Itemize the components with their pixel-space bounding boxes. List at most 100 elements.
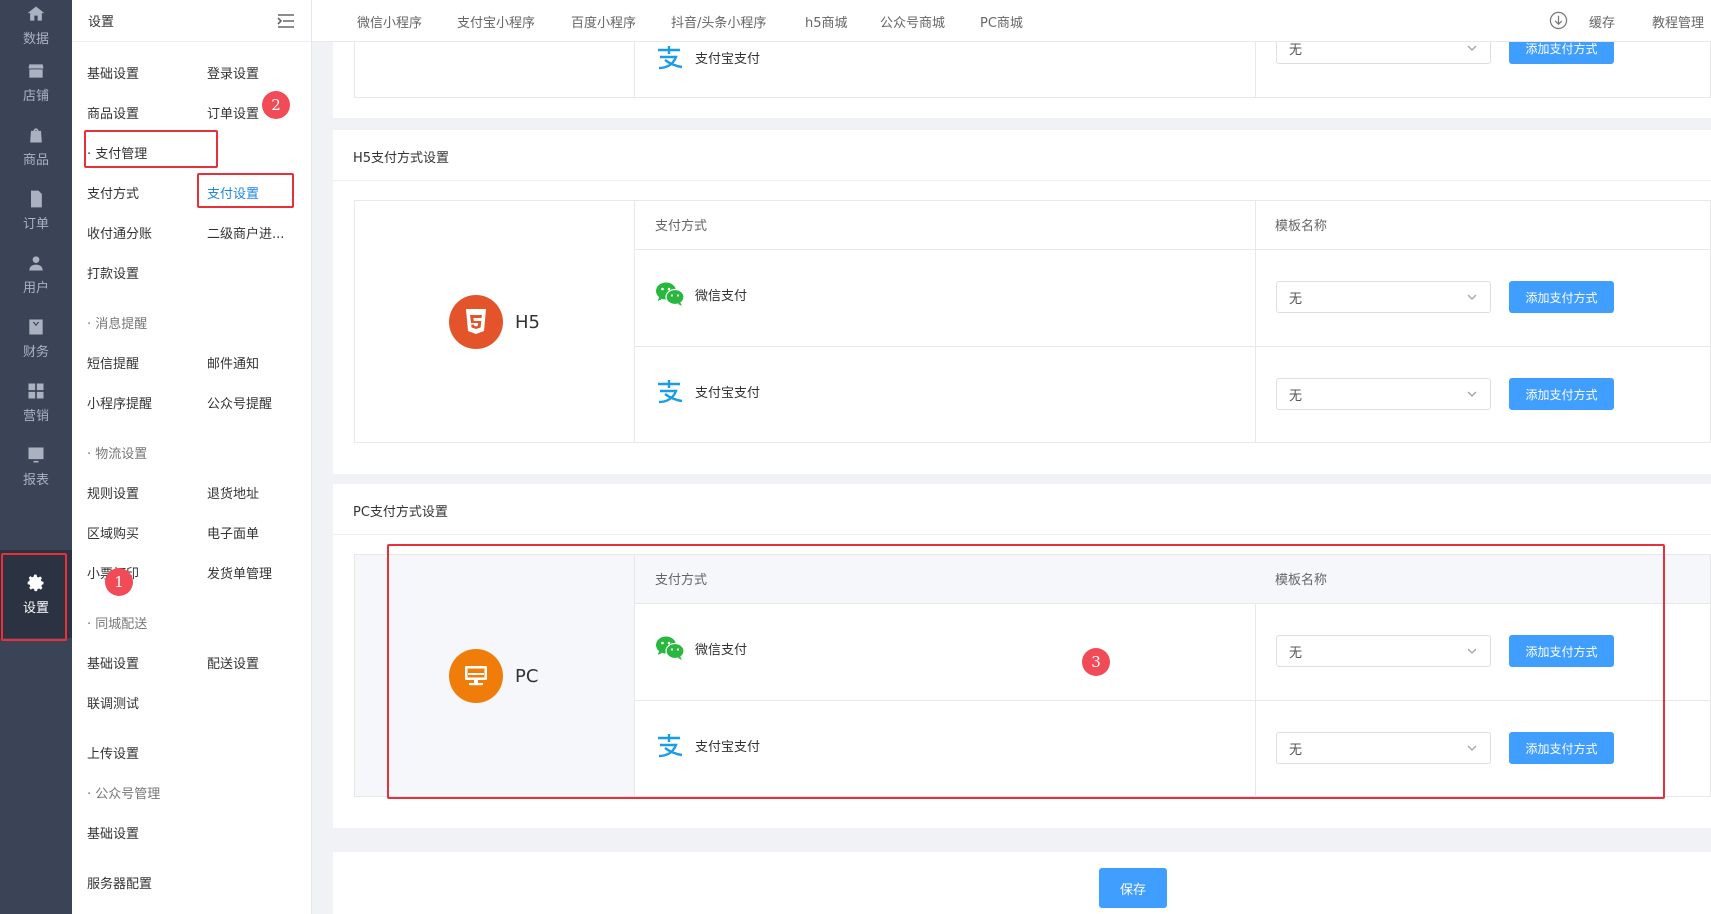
pc-platform-label: PC <box>515 665 539 687</box>
h5-alipay-add-button[interactable]: 添加支付方式 <box>1509 378 1614 410</box>
download-icon[interactable] <box>1549 11 1568 30</box>
menu-rule-settings[interactable]: 规则设置 <box>87 483 139 502</box>
alipay-icon <box>658 734 683 758</box>
menu-group-mp: · 公众号管理 <box>87 787 161 802</box>
alipay-icon <box>658 380 683 404</box>
menu-goods-settings[interactable]: 商品设置 <box>87 103 139 122</box>
save-button[interactable]: 保存 <box>1099 868 1167 908</box>
tab-alipay-mini[interactable]: 支付宝小程序 <box>457 12 535 31</box>
h5-section-title: H5支付方式设置 <box>353 151 450 166</box>
chevron-down-icon <box>1467 745 1477 752</box>
menu-mp-remind[interactable]: 公众号提醒 <box>207 393 272 412</box>
h5-platform: H5 <box>449 295 540 349</box>
settings-submenu: 设置 基础设置 登录设置 商品设置 订单设置 · 支付管理 支付方式 支付设置 … <box>72 0 312 914</box>
tab-baidu-mini[interactable]: 百度小程序 <box>571 12 636 31</box>
main-nav-rail: 数据 店铺 商品 订单 用户 财务 营销 报表 设置 <box>0 0 72 914</box>
collapse-menu-icon[interactable] <box>277 12 295 30</box>
submenu-header: 设置 <box>72 0 311 42</box>
pc-section-title: PC支付方式设置 <box>353 505 448 520</box>
menu-ship-manage[interactable]: 发货单管理 <box>207 563 272 582</box>
tab-douyin-mini[interactable]: 抖音/头条小程序 <box>671 12 766 31</box>
annotation-badge-1: 1 <box>105 568 133 596</box>
annotation-badge-2: 2 <box>262 91 290 119</box>
menu-e-sheet[interactable]: 电子面单 <box>207 523 259 542</box>
pc-alipay-add-button[interactable]: 添加支付方式 <box>1509 732 1614 764</box>
rail-item-data[interactable]: 数据 <box>0 0 72 50</box>
rail-item-settings[interactable]: 设置 <box>0 550 72 638</box>
pc-wechat-row: 微信支付 <box>655 635 747 661</box>
chevron-down-icon <box>1467 648 1477 655</box>
store-icon <box>28 63 44 78</box>
menu-pay-method[interactable]: 支付方式 <box>87 183 139 202</box>
chevron-down-icon <box>1467 391 1477 398</box>
pc-col-pay-method: 支付方式 <box>655 573 708 588</box>
rail-item-users[interactable]: 用户 <box>0 242 72 306</box>
h5-pay-table: H5 支付方式 模板名称 微信支付 无 添加支付方式 支付宝支付 无 添加支付方… <box>354 200 1711 443</box>
tutorial-button[interactable]: 教程管理 <box>1652 12 1704 31</box>
main-content: 支付宝支付 无 添加支付方式 H5支付方式设置 H5 支付方式 模板名称 微信支… <box>312 42 1711 914</box>
prev-alipay-add-button[interactable]: 添加支付方式 <box>1509 42 1614 64</box>
menu-city-delivery[interactable]: 配送设置 <box>207 653 259 672</box>
alipay-icon <box>658 46 683 70</box>
h5-platform-label: H5 <box>515 311 540 333</box>
rail-item-marketing[interactable]: 营销 <box>0 370 72 434</box>
pc-wechat-template-select[interactable]: 无 <box>1276 635 1491 667</box>
menu-split-account[interactable]: 收付通分账 <box>87 223 152 242</box>
tab-h5-mall[interactable]: h5商城 <box>805 12 848 31</box>
card-previous-platform: 支付宝支付 无 添加支付方式 <box>333 42 1711 118</box>
menu-city-basic[interactable]: 基础设置 <box>87 653 139 672</box>
chart-icon <box>28 447 44 462</box>
menu-sub-merchant[interactable]: 二级商户进... <box>207 223 284 242</box>
save-bar: 保存 <box>333 852 1711 914</box>
annotation-badge-3: 3 <box>1082 648 1110 676</box>
menu-return-address[interactable]: 退货地址 <box>207 483 259 502</box>
card-pc-payment: PC支付方式设置 PC 支付方式 模板名称 微信支付 无 添加支付方式 支付宝支… <box>333 484 1711 828</box>
user-icon <box>29 255 43 270</box>
chevron-down-icon <box>1467 45 1477 52</box>
menu-basic-settings[interactable]: 基础设置 <box>87 63 139 82</box>
prev-pay-table: 支付宝支付 无 添加支付方式 <box>354 42 1711 98</box>
pc-platform-cell: PC <box>355 555 635 796</box>
menu-transfer-settings[interactable]: 打款设置 <box>87 263 139 282</box>
tab-pc-mall[interactable]: PC商城 <box>980 12 1023 31</box>
menu-mini-remind[interactable]: 小程序提醒 <box>87 393 152 412</box>
menu-sms[interactable]: 短信提醒 <box>87 353 139 372</box>
wechat-icon <box>656 282 685 306</box>
rail-item-finance[interactable]: 财务 <box>0 306 72 370</box>
menu-region-purchase[interactable]: 区域购买 <box>87 523 139 542</box>
menu-login-settings[interactable]: 登录设置 <box>207 63 259 82</box>
rail-item-goods[interactable]: 商品 <box>0 114 72 178</box>
tab-wechat-mini[interactable]: 微信小程序 <box>357 12 422 31</box>
cache-button[interactable]: 缓存 <box>1589 12 1615 31</box>
prev-alipay-template-select[interactable]: 无 <box>1276 42 1491 64</box>
menu-pay-settings[interactable]: 支付设置 <box>207 183 259 202</box>
menu-mp-basic[interactable]: 基础设置 <box>87 823 139 842</box>
menu-group-payment: · 支付管理 <box>87 147 148 162</box>
menu-group-messages: · 消息提醒 <box>87 317 148 332</box>
pc-pay-table: PC 支付方式 模板名称 微信支付 无 添加支付方式 支付宝支付 无 添加支付方… <box>354 554 1711 797</box>
pc-col-template: 模板名称 <box>1275 573 1328 588</box>
h5-wechat-add-button[interactable]: 添加支付方式 <box>1509 281 1614 313</box>
card-h5-payment: H5支付方式设置 H5 支付方式 模板名称 微信支付 无 添加支付方式 支付宝支… <box>333 130 1711 474</box>
h5-col-pay-method: 支付方式 <box>655 219 708 234</box>
menu-upload-settings[interactable]: 上传设置 <box>87 743 139 762</box>
h5-alipay-template-select[interactable]: 无 <box>1276 378 1491 410</box>
monitor-icon <box>449 649 503 703</box>
rail-item-orders[interactable]: 订单 <box>0 178 72 242</box>
rail-item-reports[interactable]: 报表 <box>0 434 72 498</box>
top-tab-bar: 微信小程序 支付宝小程序 百度小程序 抖音/头条小程序 h5商城 公众号商城 P… <box>312 0 1711 42</box>
rail-item-store[interactable]: 店铺 <box>0 50 72 114</box>
pc-alipay-row: 支付宝支付 <box>655 732 760 758</box>
menu-order-settings[interactable]: 订单设置 <box>207 103 259 122</box>
chevron-down-icon <box>1467 294 1477 301</box>
h5-wechat-template-select[interactable]: 无 <box>1276 281 1491 313</box>
pc-wechat-add-button[interactable]: 添加支付方式 <box>1509 635 1614 667</box>
h5-col-template: 模板名称 <box>1275 219 1328 234</box>
menu-mail[interactable]: 邮件通知 <box>207 353 259 372</box>
menu-server-config[interactable]: 服务器配置 <box>87 873 152 892</box>
pc-alipay-template-select[interactable]: 无 <box>1276 732 1491 764</box>
menu-joint-test[interactable]: 联调测试 <box>87 693 139 712</box>
document-icon <box>31 190 42 207</box>
home-icon <box>27 6 45 21</box>
tab-mp-mall[interactable]: 公众号商城 <box>880 12 945 31</box>
